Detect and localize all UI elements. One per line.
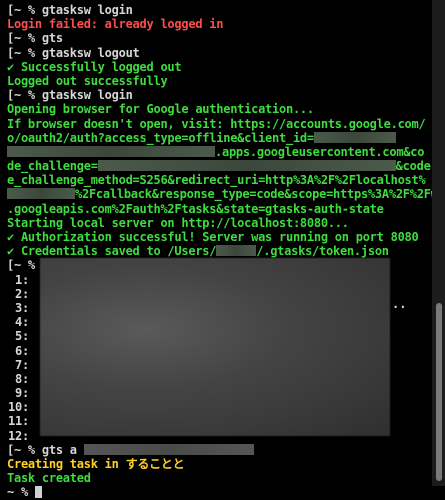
success-line: Logged out successfully [7, 73, 168, 88]
success-line: ✔ Authorization successful! Server was r… [7, 230, 419, 244]
blurred-task-list [40, 258, 390, 436]
output-line: %2Fcallback&response_type=code&scope=htt… [7, 187, 432, 201]
error-line: Login failed: already logged in [7, 17, 224, 32]
output-line: .apps.googleusercontent.com&co [7, 145, 432, 159]
redacted-block [83, 443, 254, 455]
output-line: .googleapis.com%2Fauth%2Ftasks&state=gta… [7, 201, 384, 216]
url-segment: o/oauth2/auth?access_type=offline&client… [7, 130, 314, 145]
credentials-text: ✔ Credentials saved to /Users/ [7, 244, 217, 259]
prompt-text: ~ % [7, 485, 35, 500]
credentials-path: /.gtasks/token.json [256, 244, 389, 259]
url-segment: de_challenge= [7, 159, 98, 174]
scrollbar[interactable] [432, 0, 445, 486]
status-line: Creating task in することと [7, 457, 185, 471]
output-line: o/oauth2/auth?access_type=offline&client… [7, 131, 432, 145]
terminal-line: [~ % gtasksw login [7, 3, 133, 17]
output-line: de_challenge= &code [7, 159, 432, 173]
redacted-block [7, 188, 75, 200]
success-line: ✔ Credentials saved to /Users/ /.gtasks/t… [7, 244, 432, 258]
url-segment: &code [395, 159, 431, 174]
url-segment: %2Fcallback&response_type=code&scope=htt… [75, 187, 432, 202]
text-cursor [34, 486, 42, 499]
scrollbar-thumb[interactable] [436, 303, 442, 481]
output-line: Opening browser for Google authenticatio… [7, 102, 314, 117]
output-line: If browser doesn't open, visit: https://… [7, 116, 426, 131]
redacted-block [7, 145, 215, 157]
ellipsis-text: .. [392, 297, 407, 311]
url-segment: .apps.googleusercontent.com&co [215, 144, 425, 159]
terminal-line: [~ % gtasksw logout [7, 45, 140, 60]
output-line: Starting local server on http://localhos… [7, 215, 349, 230]
command-text: [~ % gts a [7, 442, 77, 457]
prompt-line[interactable]: ~ % [7, 485, 432, 499]
redacted-block [216, 245, 257, 257]
terminal-line: [~ % gts [7, 31, 63, 46]
output-line: e_challenge_method=S256&redirect_uri=htt… [7, 173, 426, 188]
redacted-block [313, 131, 396, 143]
terminal-line: [~ % gts a [7, 443, 432, 457]
success-line: ✔ Successfully logged out [7, 59, 182, 74]
success-line: Task created [7, 471, 91, 486]
redacted-block [97, 160, 396, 172]
terminal-line: [~ % gtasksw login [7, 88, 133, 103]
